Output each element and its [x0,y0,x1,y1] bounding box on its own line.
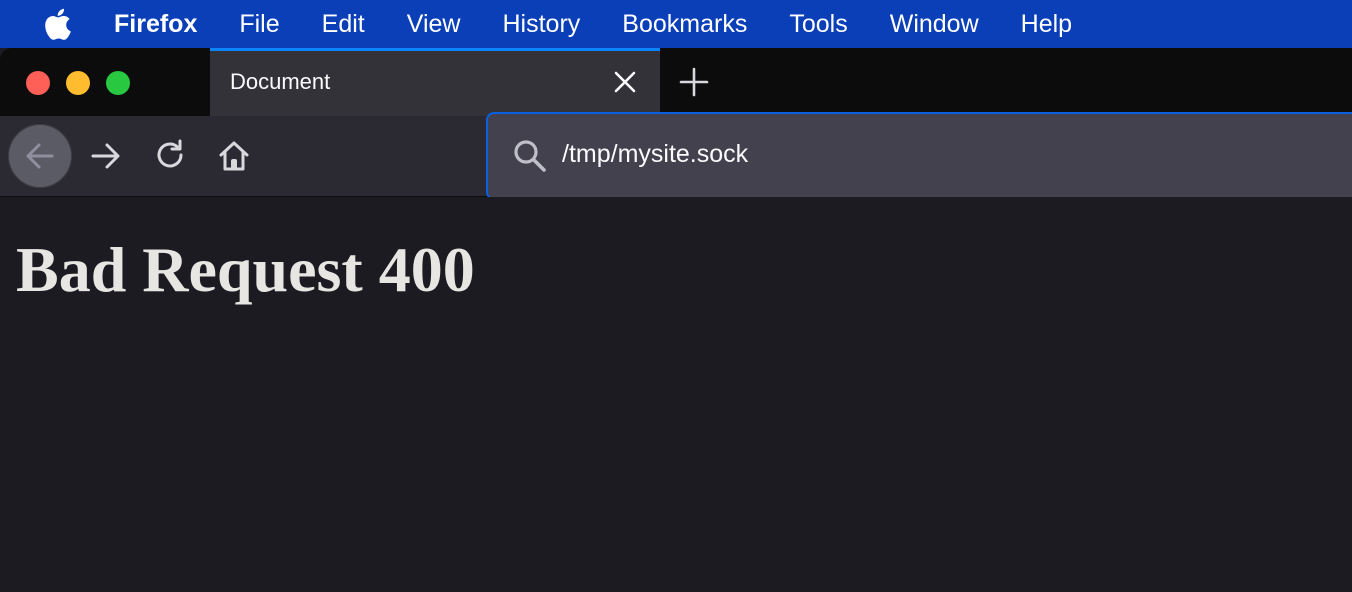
menu-file[interactable]: File [239,0,279,48]
tab-strip: Document [0,48,1352,116]
browser-window: Document /tmp/mysite.sock Bad Request 40… [0,48,1352,592]
page-content: Bad Request 400 [0,197,1352,592]
page-title: Bad Request 400 [16,234,475,305]
window-zoom-button[interactable] [106,71,130,95]
menu-view[interactable]: View [407,0,461,48]
tab-document[interactable]: Document [210,48,660,116]
home-button[interactable] [214,136,254,176]
menu-help[interactable]: Help [1021,0,1072,48]
home-icon [219,141,249,171]
back-button[interactable] [8,124,72,188]
tab-title: Document [230,69,331,94]
plus-icon[interactable] [678,66,710,98]
window-minimize-button[interactable] [66,71,90,95]
reload-icon [157,139,183,168]
forward-button[interactable] [86,136,126,176]
address-bar[interactable]: /tmp/mysite.sock [486,112,1352,200]
apple-logo-icon[interactable] [42,8,72,40]
macos-menu-bar: Firefox File Edit View History Bookmarks… [0,0,1352,48]
url-input[interactable]: /tmp/mysite.sock [562,140,748,169]
arrow-left-icon [26,143,54,169]
menu-firefox[interactable]: Firefox [114,0,197,48]
menu-tools[interactable]: Tools [789,0,847,48]
menu-edit[interactable]: Edit [322,0,365,48]
reload-button[interactable] [151,136,191,176]
search-icon [512,138,548,174]
menu-bookmarks[interactable]: Bookmarks [622,0,747,48]
window-close-button[interactable] [26,71,50,95]
arrow-right-icon [91,143,120,169]
menu-window[interactable]: Window [890,0,979,48]
menu-history[interactable]: History [503,0,581,48]
close-icon[interactable] [612,69,638,95]
